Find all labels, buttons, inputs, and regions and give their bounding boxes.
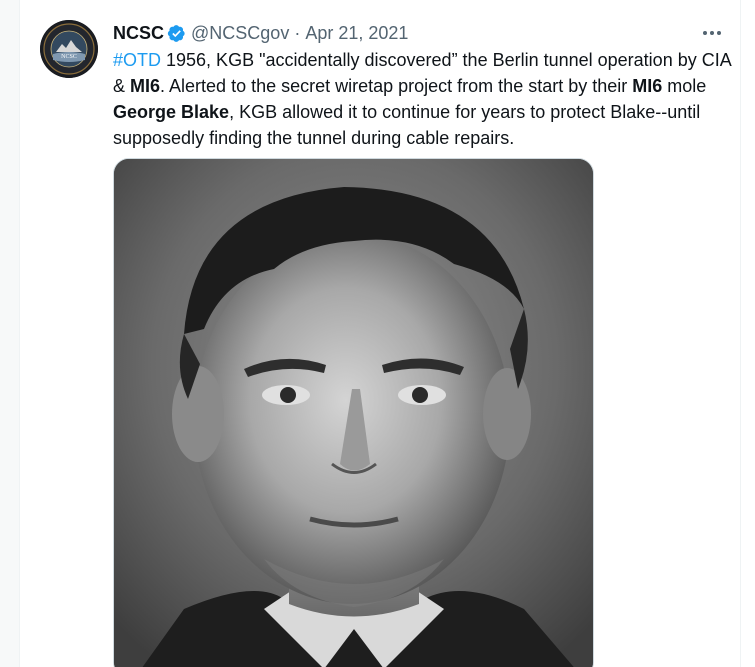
bold-name: George Blake bbox=[113, 102, 230, 122]
page: NCSC NCSC @NCSCgov · Apr 21, 2021 #OTD 1… bbox=[0, 0, 755, 667]
svg-text:NCSC: NCSC bbox=[61, 54, 77, 60]
left-gutter bbox=[0, 0, 20, 667]
verified-badge-icon bbox=[167, 24, 186, 43]
user-handle[interactable]: @NCSCgov bbox=[191, 23, 289, 44]
bold-term: MI6 bbox=[632, 76, 663, 96]
right-scroll-edge bbox=[740, 0, 755, 667]
more-options-button[interactable] bbox=[698, 22, 726, 44]
hashtag-link[interactable]: #OTD bbox=[113, 50, 161, 70]
tweet-date[interactable]: Apr 21, 2021 bbox=[305, 23, 408, 44]
bold-term: MI6 bbox=[130, 76, 161, 96]
tweet-text: #OTD 1956, KGB "accidentally discovered”… bbox=[113, 47, 733, 151]
ncsc-seal-icon: NCSC bbox=[40, 20, 98, 78]
separator-dot: · bbox=[294, 22, 301, 43]
tweet-header: NCSC @NCSCgov · Apr 21, 2021 bbox=[113, 20, 408, 46]
display-name[interactable]: NCSC bbox=[113, 23, 164, 44]
tweet-photo[interactable] bbox=[113, 158, 594, 667]
portrait-image bbox=[114, 159, 593, 667]
tweet-card[interactable]: NCSC NCSC @NCSCgov · Apr 21, 2021 #OTD 1… bbox=[20, 0, 740, 667]
text-segment: . Alerted to the secret wiretap project … bbox=[160, 76, 633, 96]
avatar[interactable]: NCSC bbox=[40, 20, 98, 78]
text-segment: mole bbox=[662, 76, 707, 96]
more-options-icon bbox=[703, 31, 721, 35]
